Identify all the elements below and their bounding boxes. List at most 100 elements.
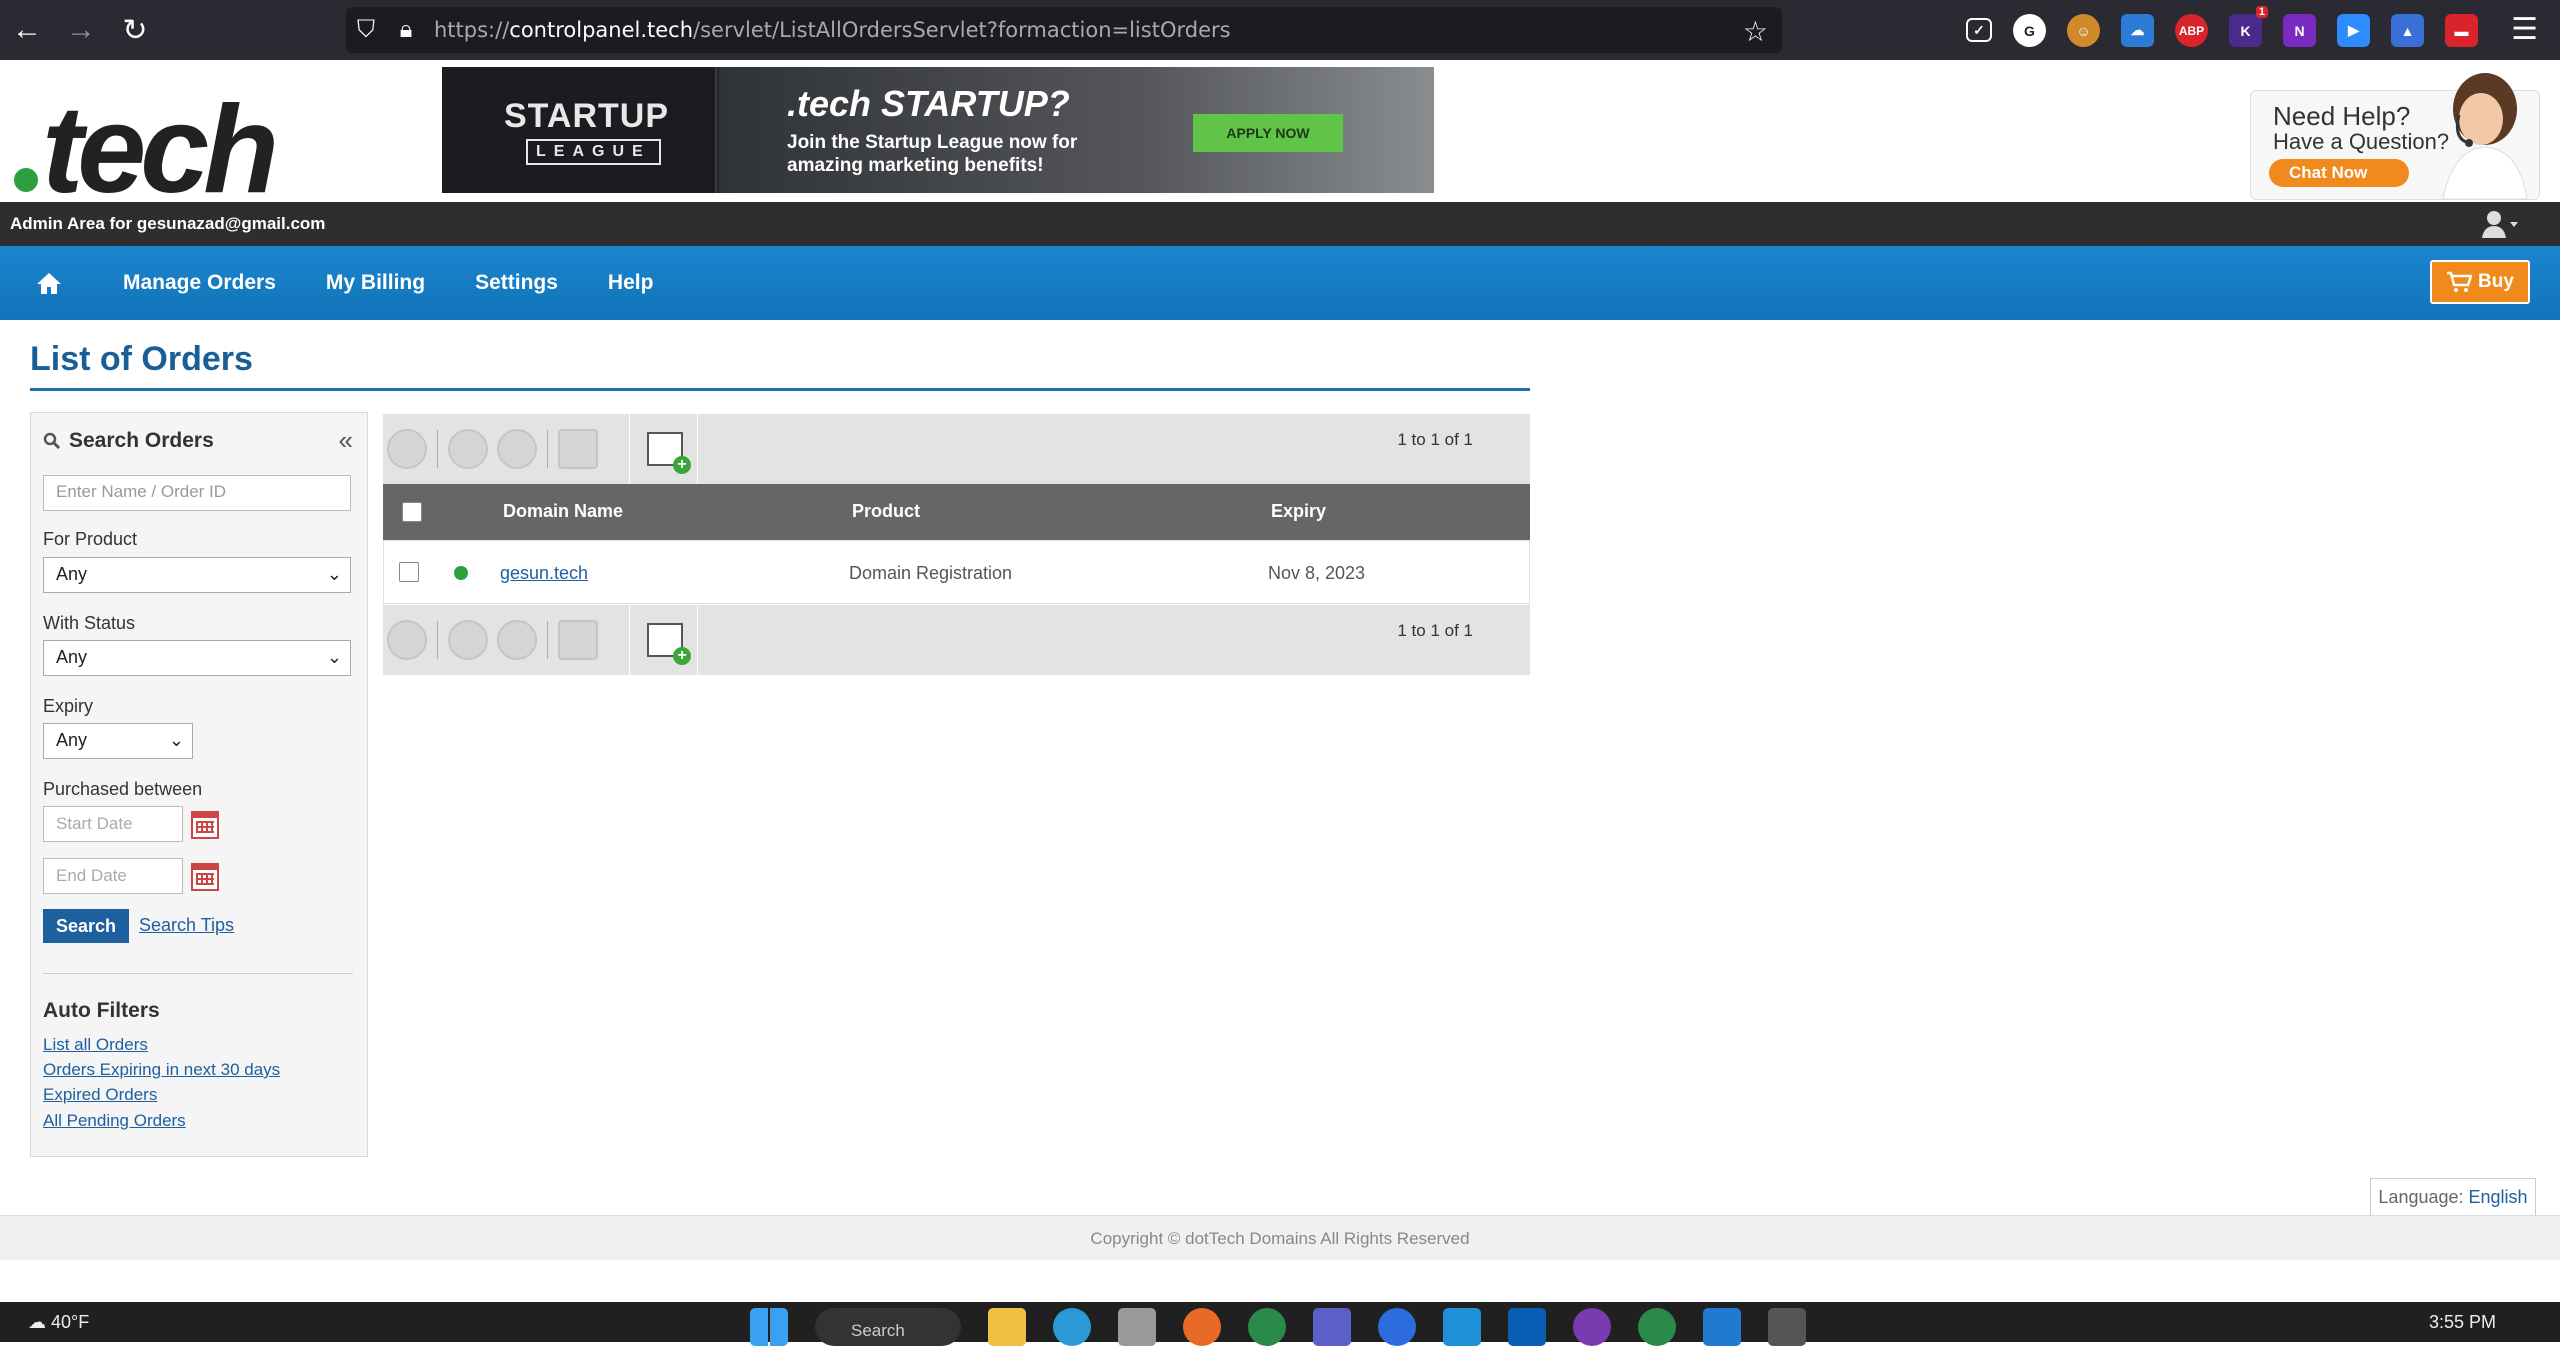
- language-value[interactable]: English: [2469, 1187, 2528, 1208]
- filter-list-all-orders[interactable]: List all Orders: [43, 1035, 148, 1055]
- help-widget[interactable]: Need Help? Have a Question? Chat Now: [2250, 73, 2540, 200]
- tampermonkey-icon[interactable]: ☺: [2067, 14, 2100, 47]
- add-order-icon[interactable]: [647, 623, 691, 665]
- banner-brand-line2: LEAGUE: [526, 139, 661, 165]
- app-icon[interactable]: [1768, 1308, 1806, 1346]
- url-bar[interactable]: ⛉ 🔒︎ https://controlpanel.tech/servlet/L…: [346, 7, 1782, 53]
- refresh-icon[interactable]: [387, 429, 427, 469]
- pagination-label: 1 to 1 of 1: [1397, 621, 1473, 640]
- edit-notes-icon[interactable]: [558, 620, 598, 660]
- chevron-down-icon: ⌄: [168, 730, 184, 750]
- calendar-icon[interactable]: [191, 863, 219, 891]
- extensions-row: ✓ G ☺ ☁ ABP K1 N ▶ ▲ ▬: [1966, 6, 2478, 47]
- hamburger-menu-icon[interactable]: ☰: [2511, 12, 2538, 47]
- add-order-icon[interactable]: [647, 432, 691, 474]
- home-icon[interactable]: [0, 246, 98, 320]
- calendar-icon[interactable]: [191, 811, 219, 839]
- toolbar-divider: [697, 414, 698, 484]
- toolbar-separator: [547, 430, 548, 468]
- end-date-input[interactable]: End Date: [43, 858, 183, 894]
- app-icon[interactable]: [1638, 1308, 1676, 1346]
- edit-notes-icon[interactable]: [558, 429, 598, 469]
- search-input[interactable]: Enter Name / Order ID: [43, 475, 351, 511]
- scholar-icon[interactable]: ▲: [2391, 14, 2424, 47]
- chat-now-button[interactable]: Chat Now: [2269, 159, 2409, 187]
- select-all-checkbox[interactable]: [402, 502, 422, 522]
- url-text[interactable]: https://controlpanel.tech/servlet/ListAl…: [434, 18, 1231, 42]
- filter-expired-orders[interactable]: Expired Orders: [43, 1085, 157, 1105]
- pocket-icon[interactable]: ✓: [1966, 18, 1992, 42]
- search-icon: [43, 432, 61, 450]
- lock-icon[interactable]: 🔒︎: [386, 7, 426, 53]
- app-icon[interactable]: [1573, 1308, 1611, 1346]
- adblock-plus-icon[interactable]: ABP: [2175, 14, 2208, 47]
- auto-filters-heading: Auto Filters: [43, 999, 160, 1022]
- site-header: tech STARTUP LEAGUE .tech STARTUP? Join …: [0, 60, 2560, 212]
- taskbar-clock[interactable]: 3:55 PM: [2429, 1312, 2496, 1333]
- store-icon[interactable]: [1118, 1308, 1156, 1346]
- transfer-icon[interactable]: [497, 429, 537, 469]
- cloud-icon[interactable]: ☁: [2121, 14, 2154, 47]
- column-expiry[interactable]: Expiry: [1271, 501, 1326, 522]
- file-explorer-icon[interactable]: [988, 1308, 1026, 1346]
- product-filter-label: For Product: [43, 529, 138, 549]
- filter-expiring-30-days[interactable]: Orders Expiring in next 30 days: [43, 1060, 280, 1080]
- nav-settings[interactable]: Settings: [450, 271, 583, 295]
- admin-area-label: Admin Area for gesunazad@gmail.com: [10, 214, 326, 233]
- toolbar-ext-icon[interactable]: ▬: [2445, 14, 2478, 47]
- nav-manage-orders[interactable]: Manage Orders: [98, 271, 301, 295]
- product-select[interactable]: Any ⌄: [43, 557, 351, 593]
- nav-my-billing[interactable]: My Billing: [301, 271, 450, 295]
- column-domain-name[interactable]: Domain Name: [503, 501, 623, 522]
- refresh-icon[interactable]: [387, 620, 427, 660]
- language-selector[interactable]: Language: English: [2370, 1178, 2536, 1216]
- zoom-app-icon[interactable]: [1378, 1308, 1416, 1346]
- transfer-icon[interactable]: [497, 620, 537, 660]
- shield-icon[interactable]: ⛉: [346, 7, 386, 53]
- bookmark-star-icon[interactable]: ☆: [1743, 15, 1768, 48]
- nav-help[interactable]: Help: [583, 271, 679, 295]
- row-checkbox[interactable]: [399, 562, 419, 582]
- site-logo[interactable]: tech: [14, 88, 279, 212]
- user-account-icon[interactable]: [2480, 208, 2520, 240]
- weather-widget[interactable]: ☁ 40°F: [28, 1312, 89, 1333]
- reload-icon[interactable]: ↻: [108, 0, 162, 60]
- search-tips-link[interactable]: Search Tips: [139, 915, 234, 936]
- grammarly-icon[interactable]: G: [2013, 14, 2046, 47]
- keepa-icon[interactable]: K1: [2229, 6, 2268, 47]
- teams-icon[interactable]: [1313, 1308, 1351, 1346]
- vscode-icon[interactable]: [1703, 1308, 1741, 1346]
- promo-banner[interactable]: STARTUP LEAGUE .tech STARTUP? Join the S…: [442, 67, 1434, 193]
- app-icon[interactable]: [1443, 1308, 1481, 1346]
- copyright-text: Copyright © dotTech Domains All Rights R…: [1090, 1229, 1470, 1248]
- orders-toolbar-bottom: 1 to 1 of 1: [383, 605, 1530, 675]
- domain-link[interactable]: gesun.tech: [500, 563, 588, 584]
- firefox-icon[interactable]: [1183, 1308, 1221, 1346]
- cart-icon: [2447, 271, 2473, 292]
- outlook-icon[interactable]: [1508, 1308, 1546, 1346]
- zoom-icon[interactable]: ▶: [2337, 14, 2370, 47]
- main-navigation: Manage Orders My Billing Settings Help B…: [0, 246, 2560, 320]
- start-menu-icon[interactable]: [750, 1308, 788, 1346]
- buy-button[interactable]: Buy: [2430, 260, 2530, 304]
- edge-icon[interactable]: [1053, 1308, 1091, 1346]
- help-title: Need Help?: [2273, 101, 2411, 131]
- start-date-input[interactable]: Start Date: [43, 806, 183, 842]
- renew-icon[interactable]: [448, 429, 488, 469]
- onenote-icon[interactable]: N: [2283, 14, 2316, 47]
- back-icon[interactable]: ←: [0, 0, 54, 60]
- search-button[interactable]: Search: [43, 909, 129, 943]
- search-sidebar: Search Orders « Enter Name / Order ID Fo…: [30, 412, 368, 1157]
- filter-pending-orders[interactable]: All Pending Orders: [43, 1111, 186, 1131]
- expiry-select[interactable]: Any ⌄: [43, 723, 193, 759]
- forward-icon[interactable]: →: [54, 0, 108, 60]
- renew-icon[interactable]: [448, 620, 488, 660]
- column-product[interactable]: Product: [852, 501, 920, 522]
- toolbar-separator: [437, 430, 438, 468]
- toolbar-separator: [437, 621, 438, 659]
- app-icon[interactable]: [1248, 1308, 1286, 1346]
- status-select[interactable]: Any ⌄: [43, 640, 351, 676]
- collapse-sidebar-icon[interactable]: «: [339, 425, 353, 456]
- taskbar-search[interactable]: Search: [815, 1308, 961, 1346]
- apply-now-button[interactable]: APPLY NOW: [1193, 114, 1343, 152]
